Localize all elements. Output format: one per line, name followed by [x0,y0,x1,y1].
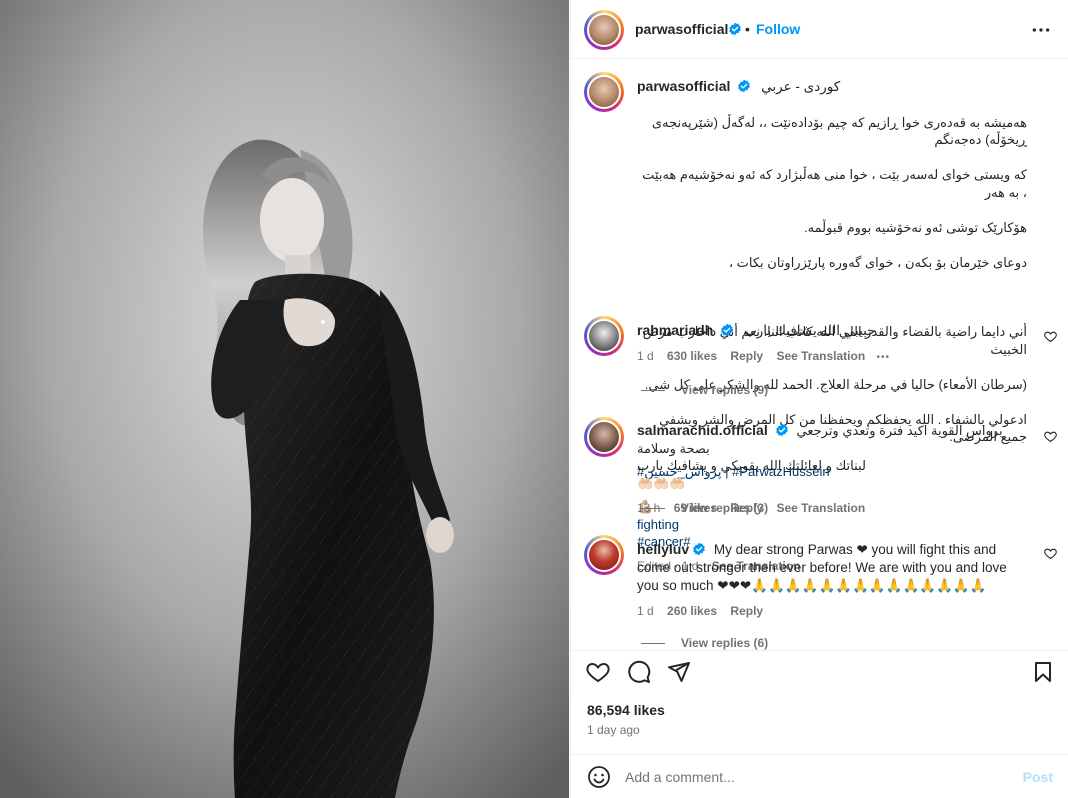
caption-kurdish-text: هەمیشە بە قەدەری خوا ڕازیم کە چیم بۆدادە… [637,96,1027,289]
caption-author-avatar[interactable] [584,72,624,112]
comment-text-line2: لبناتك و لعائلتك الله يقويكي و يشافيك يا… [637,458,866,491]
see-translation-button[interactable]: See Translation [776,349,865,363]
verified-badge-icon [721,323,733,337]
caption-kurdish-line: دوعای خێرمان بۆ بکەن ، خوای گەورە پارێزر… [728,254,1027,270]
verified-badge-icon [775,423,788,437]
comment-input[interactable] [625,767,985,787]
like-comment-heart-icon[interactable] [1044,330,1057,343]
comment-more-icon[interactable]: ••• [877,352,891,363]
like-comment-heart-icon[interactable] [1044,547,1057,560]
save-bookmark-icon[interactable] [1031,660,1055,684]
comment-text: حبيبي الله يشافيك يارب [744,323,876,338]
like-heart-icon[interactable] [586,660,610,684]
comment-likes[interactable]: 630 likes [667,349,717,363]
emoji-smiley-icon[interactable] [587,765,611,789]
post-photo[interactable] [0,0,569,798]
comment-username[interactable]: rahmariadh [637,322,713,338]
verified-badge-icon [738,79,751,93]
follow-button[interactable]: Follow [756,21,800,37]
view-replies-button[interactable]: View replies (6) [641,636,768,650]
comments-scroll-area[interactable]: parwasofficial کوردی - عربي هەمیشە بە قە… [571,60,1068,650]
comment-composer: Post [571,754,1068,798]
comment-username[interactable]: salmarachid.official [637,422,768,438]
woman-in-black-gown-photo [0,0,569,798]
comment-likes[interactable]: 260 likes [667,604,717,618]
caption-kurdish-line: کە ویستی خوای لەسەر بێت ، خوا منی هەڵبژا… [642,167,1027,200]
comment-hellyluv: hellyluv My dear strong Parwas ❤ you wil… [637,540,1007,618]
post-detail-panel: parwasofficial • Follow parwasofficial ک… [570,0,1068,798]
view-replies-button[interactable]: View replies (9) [641,383,768,397]
author-username[interactable]: parwasofficial [635,21,728,37]
header-separator: • [745,21,750,37]
reply-button[interactable]: Reply [730,349,763,363]
caption-language-heading: کوردی - عربي [761,79,841,94]
comment-time: 1 d [637,348,654,363]
author-avatar[interactable] [584,10,624,50]
view-replies-button[interactable]: View replies (3) [641,501,768,515]
post-likes-count[interactable]: 86,594 likes [587,702,665,718]
post-comment-button[interactable]: Post [1023,769,1053,785]
comment-bubble-icon[interactable] [627,660,651,684]
comment-username[interactable]: hellyluv [637,541,689,557]
caption-username[interactable]: parwasofficial [637,78,730,94]
post-actions: 86,594 likes 1 day ago [571,650,1068,750]
verified-badge-icon [729,22,741,36]
comment-avatar-rahmariadh[interactable] [584,316,624,356]
comment-rahmariadh: rahmariadh حبيبي الله يشافيك يارب 1 d 63… [637,322,1027,363]
comment-avatar-salmarachid[interactable] [584,417,624,457]
post-time-ago[interactable]: 1 day ago [587,723,640,737]
like-comment-heart-icon[interactable] [1044,430,1057,443]
verified-badge-icon [693,542,705,556]
post-header: parwasofficial • Follow [571,0,1068,59]
share-send-icon[interactable] [667,660,691,684]
comment-meta: 1 d 260 likes Reply [637,604,1007,618]
comment-time: 1 d [637,604,654,618]
reply-button[interactable]: Reply [730,604,763,618]
comment-meta: 1 d 630 likes Reply See Translation ••• [637,349,1027,363]
more-options-icon[interactable] [1031,22,1051,38]
caption-kurdish-line: هەمیشە بە قەدەری خوا ڕازیم کە چیم بۆدادە… [651,114,1027,148]
comment-avatar-hellyluv[interactable] [584,535,624,575]
see-translation-button[interactable]: See Translation [776,501,865,515]
caption-kurdish-line: هۆکارێک توشی ئەو نەخۆشیە بووم قبوڵمە. [804,219,1027,235]
fighting-text: fighting [637,516,679,532]
